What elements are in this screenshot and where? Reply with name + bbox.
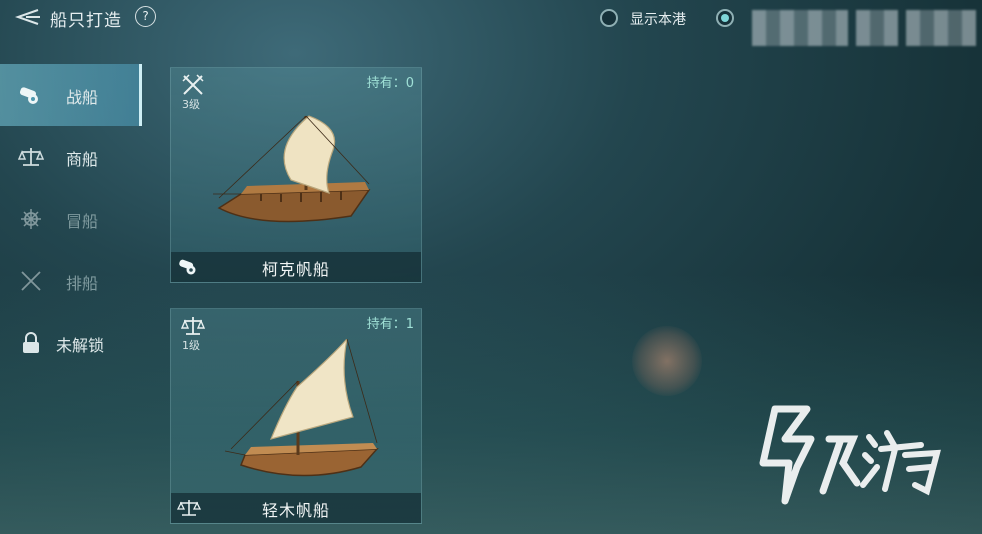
jiuyou-logo-icon bbox=[759, 405, 941, 505]
sidebar-item-label: 商船 bbox=[66, 150, 99, 169]
ship-card-footer: 柯克帆船 bbox=[171, 252, 421, 282]
lock-icon bbox=[23, 332, 39, 353]
top-bar: 船只打造 ? 显示本港 bbox=[0, 0, 982, 46]
helm-wheel-icon bbox=[21, 209, 41, 229]
blurred-region bbox=[856, 10, 898, 46]
sidebar-item-merchant[interactable]: 商船 bbox=[0, 126, 142, 188]
show-port-radio[interactable] bbox=[600, 9, 618, 27]
sidebar-item-adventure[interactable]: 冒船 bbox=[0, 188, 142, 250]
sidebar-item-label: 战船 bbox=[66, 88, 99, 107]
light-flare bbox=[632, 326, 702, 396]
ship-tier: 3级 bbox=[182, 98, 200, 111]
sidebar-item-warship[interactable]: 战船 bbox=[0, 64, 142, 126]
sidebar-item-label: 排船 bbox=[66, 274, 99, 293]
ship-name: 轻木帆船 bbox=[261, 501, 330, 520]
blurred-region bbox=[906, 10, 976, 46]
ship-card-cog[interactable]: 3级 持有：0 柯克帆船 bbox=[170, 67, 422, 283]
scales-icon bbox=[181, 317, 205, 335]
filter-radio-selected[interactable] bbox=[716, 9, 734, 27]
back-arrow-icon[interactable] bbox=[12, 6, 42, 28]
crossed-swords-icon bbox=[182, 74, 204, 95]
sidebar-item-locked[interactable]: 未解锁 bbox=[0, 312, 142, 374]
show-port-label: 显示本港 bbox=[630, 12, 686, 28]
owned-count: 持有：1 bbox=[366, 317, 414, 332]
ship-name: 柯克帆船 bbox=[261, 260, 330, 279]
cannon-icon bbox=[19, 87, 38, 104]
owned-count: 持有：0 bbox=[366, 76, 414, 91]
light-sailboat-image bbox=[224, 339, 379, 477]
ship-card-light-sailboat[interactable]: 1级 持有：1 轻木帆船 bbox=[170, 308, 422, 524]
sidebar-item-label: 冒船 bbox=[66, 212, 99, 231]
crossed-swords-icon bbox=[21, 271, 41, 291]
cog-ship-image bbox=[213, 115, 371, 223]
help-icon[interactable]: ? bbox=[135, 6, 156, 27]
ship-tier: 1级 bbox=[182, 339, 200, 352]
sidebar-item-label: 未解锁 bbox=[56, 336, 105, 355]
blurred-region bbox=[752, 10, 848, 46]
ship-card-footer: 轻木帆船 bbox=[171, 493, 421, 523]
scales-icon bbox=[18, 148, 44, 166]
page-title: 船只打造 bbox=[50, 11, 122, 31]
sidebar-item-line[interactable]: 排船 bbox=[0, 250, 142, 312]
ship-category-sidebar: 战船 商船 冒船 排船 未解锁 bbox=[0, 64, 142, 374]
